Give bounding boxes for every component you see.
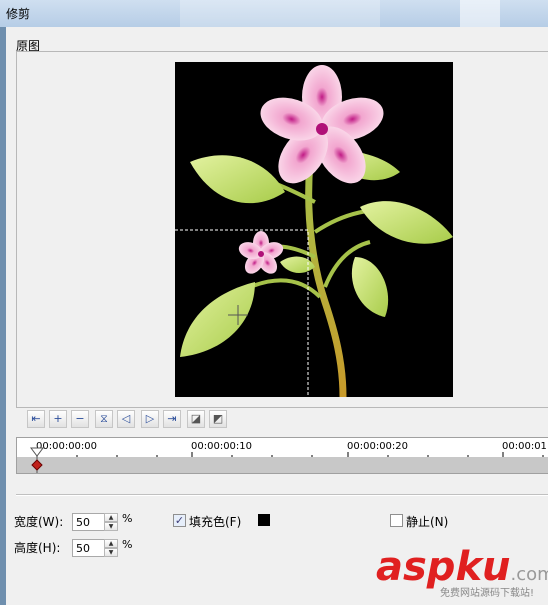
still-checkbox[interactable] [390,514,403,527]
paste-icon[interactable]: ◩ [209,410,227,428]
fill-color-swatch[interactable] [258,514,270,526]
ruler-ticks [30,447,544,458]
titlebar-glare [180,0,380,27]
next-keyframe-icon[interactable]: ▷ [141,410,159,428]
watermark-com: .com [510,564,548,585]
width-label: 宽度(W): [14,515,64,529]
spin-up-icon[interactable]: ▲ [104,539,118,548]
width-spinner[interactable]: ▲ ▼ [104,513,118,531]
window-title: 修剪 [6,7,31,21]
keyframe-track-svg [31,457,43,473]
timeline-ruler: 00:00:00:00 00:00:00:10 00:00:00:20 00:0… [16,437,548,458]
titlebar-glare-right [460,0,500,27]
image-preview[interactable] [175,62,453,397]
height-unit: % [122,538,133,551]
height-label: 高度(H): [14,541,61,555]
height-spinner[interactable]: ▲ ▼ [104,539,118,557]
copy-icon[interactable]: ◪ [187,410,205,428]
dialog-client-area: 原图 ⇤ + − ⧖ ◁ ▷ ⇥ ◪ ◩ 00:00:00:00 00:00:0… [6,27,548,605]
spin-down-icon[interactable]: ▼ [104,548,118,557]
width-unit: % [122,512,133,525]
keyframe-track[interactable] [16,457,548,474]
flip-icon[interactable]: ⧖ [95,410,113,428]
timeline[interactable]: 00:00:00:00 00:00:00:10 00:00:00:20 00:0… [16,437,548,475]
fill-color-checkbox[interactable]: ✓ [173,514,186,527]
prev-keyframe-icon[interactable]: ◁ [117,410,135,428]
separator [16,494,548,496]
flower-image [175,65,453,397]
watermark-tagline: 免费网站源码下载站! [440,588,535,599]
remove-keyframe-icon[interactable]: − [71,410,89,428]
keyframe-diamond [31,459,43,471]
go-end-icon[interactable]: ⇥ [163,410,181,428]
go-start-icon[interactable]: ⇤ [27,410,45,428]
fill-color-label: 填充色(F) [189,515,242,529]
playhead-marker [30,447,44,457]
title-bar: 修剪 [0,0,548,27]
still-label: 静止(N) [406,515,449,529]
spin-up-icon[interactable]: ▲ [104,513,118,522]
add-keyframe-icon[interactable]: + [49,410,67,428]
spin-down-icon[interactable]: ▼ [104,522,118,531]
